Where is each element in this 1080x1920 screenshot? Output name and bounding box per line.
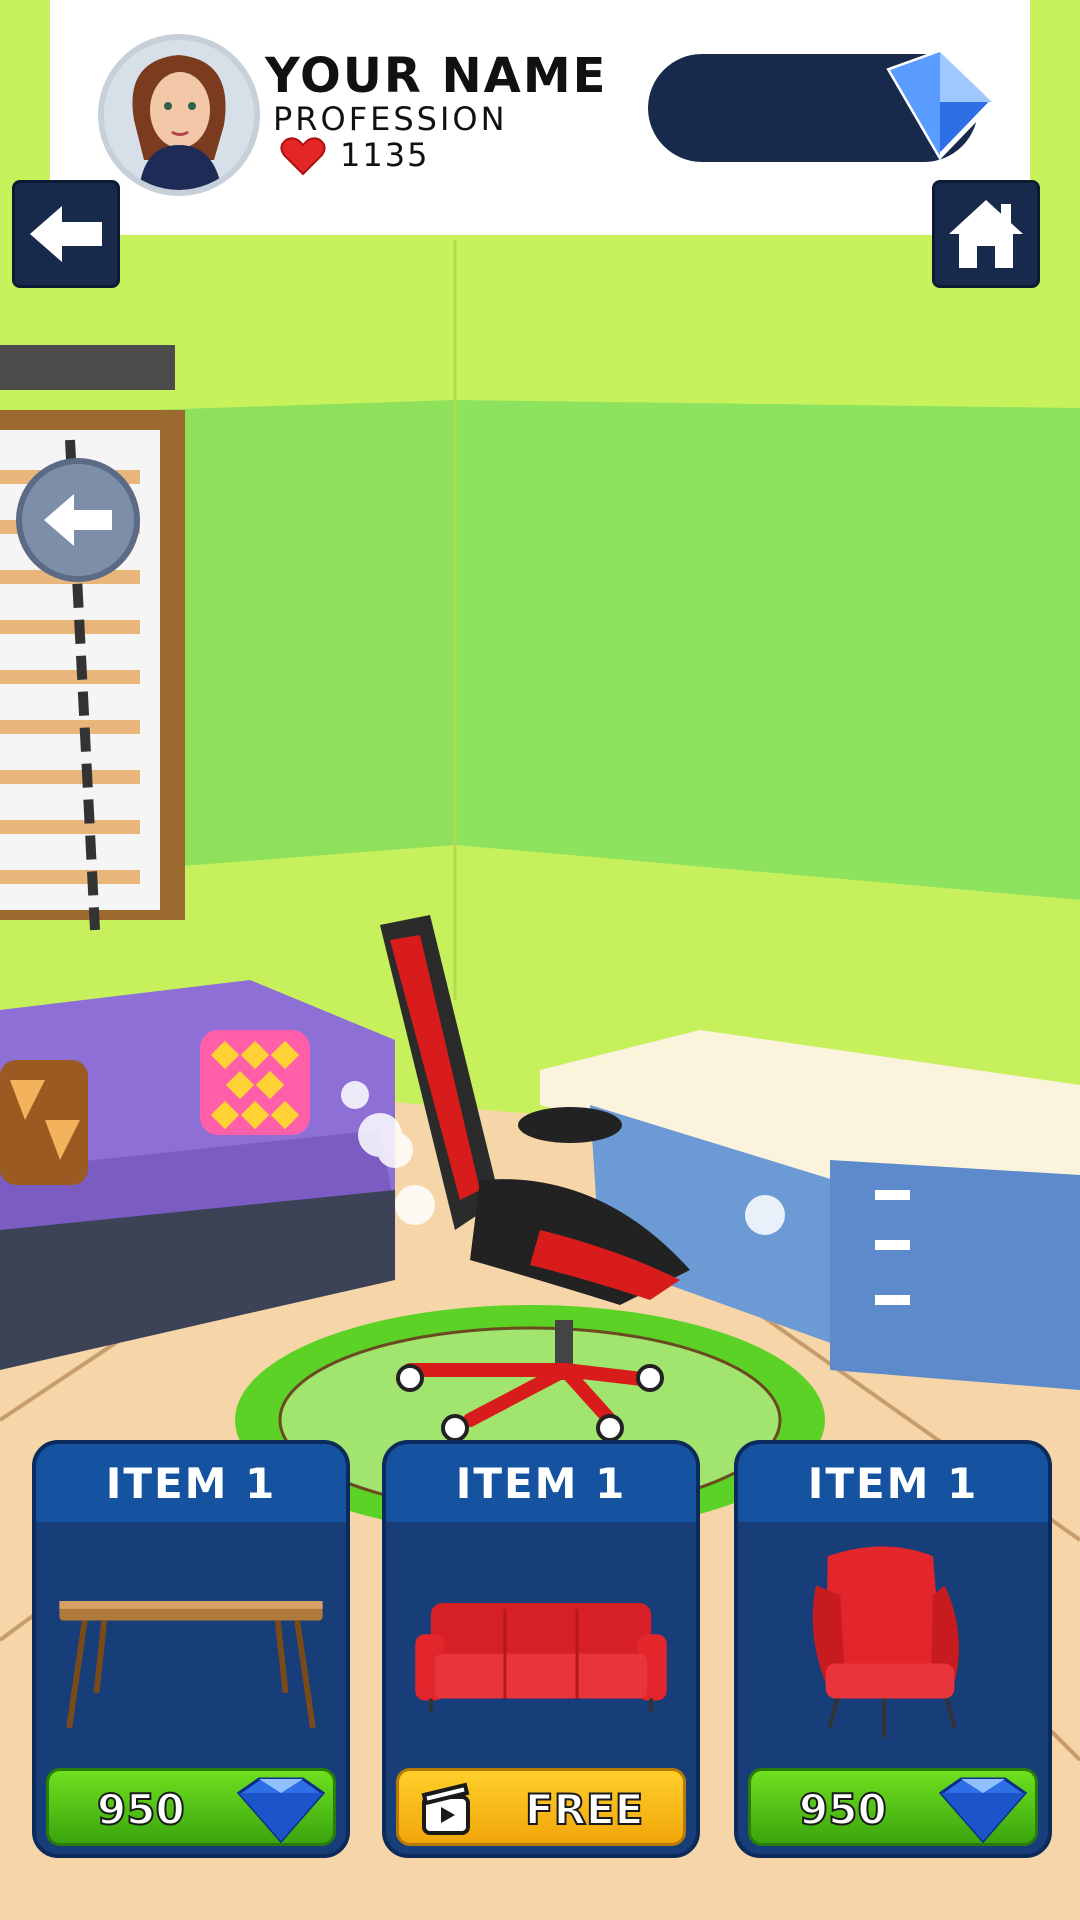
item-title: ITEM 1 [36,1444,346,1522]
buy-button[interactable]: 950 [46,1768,336,1846]
player-avatar[interactable] [98,34,260,196]
home-button[interactable] [932,180,1040,288]
heart-icon [280,137,326,176]
diamond-gem-icon [236,1777,326,1844]
arrow-left-icon [30,206,102,262]
likes-count: 1135 [340,136,430,174]
avatar-portrait [104,40,254,190]
arrow-left-icon [44,494,112,546]
video-ad-icon [421,1782,470,1835]
shop-item-card[interactable]: ITEM 1 950 [734,1440,1052,1858]
red-sofa-image [415,1603,667,1713]
home-icon [949,200,1023,268]
diamond-gem-icon [938,1777,1028,1844]
price-label: 950 [798,1784,888,1835]
rotate-left-button[interactable] [16,458,140,582]
player-name: YOUR NAME [265,48,608,104]
buy-button[interactable]: 950 [748,1768,1038,1846]
price-label: FREE [524,1784,644,1835]
shop-item-card[interactable]: ITEM 1 FREE [382,1440,700,1858]
back-button[interactable] [12,180,120,288]
item-title: ITEM 1 [386,1444,696,1522]
watch-ad-button[interactable]: FREE [396,1768,686,1846]
diamond-gem-icon [886,52,996,160]
wooden-table-image [59,1601,323,1729]
gem-balance-bar[interactable] [648,52,996,162]
player-profession: PROFESSION [273,100,508,138]
shop-item-card[interactable]: ITEM 1 950 [32,1440,350,1858]
price-label: 950 [96,1784,186,1835]
item-title: ITEM 1 [738,1444,1048,1522]
red-armchair-image [812,1546,959,1738]
